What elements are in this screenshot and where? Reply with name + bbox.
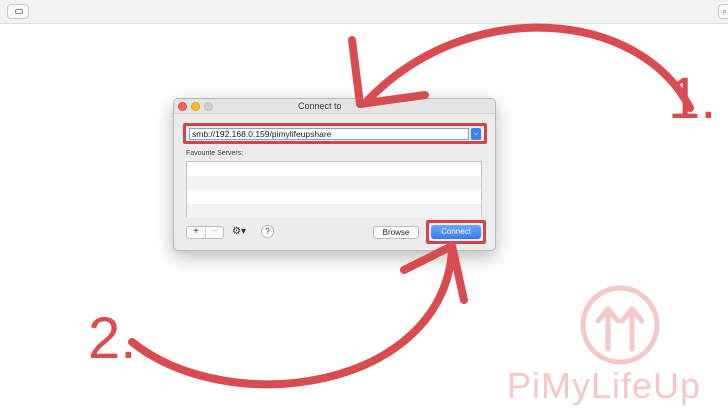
watermark-text: PiMyLifeUp — [507, 365, 702, 406]
step-1-label: 1. — [668, 66, 717, 131]
screenshot-stage: ⌕ Connect to smb://192.168.0.159/pimylif… — [0, 0, 728, 410]
arrow-2-head — [400, 242, 468, 304]
pimylifeup-logo — [580, 285, 660, 365]
arrow-1-head — [348, 36, 429, 108]
step-2-label: 2. — [88, 306, 137, 371]
